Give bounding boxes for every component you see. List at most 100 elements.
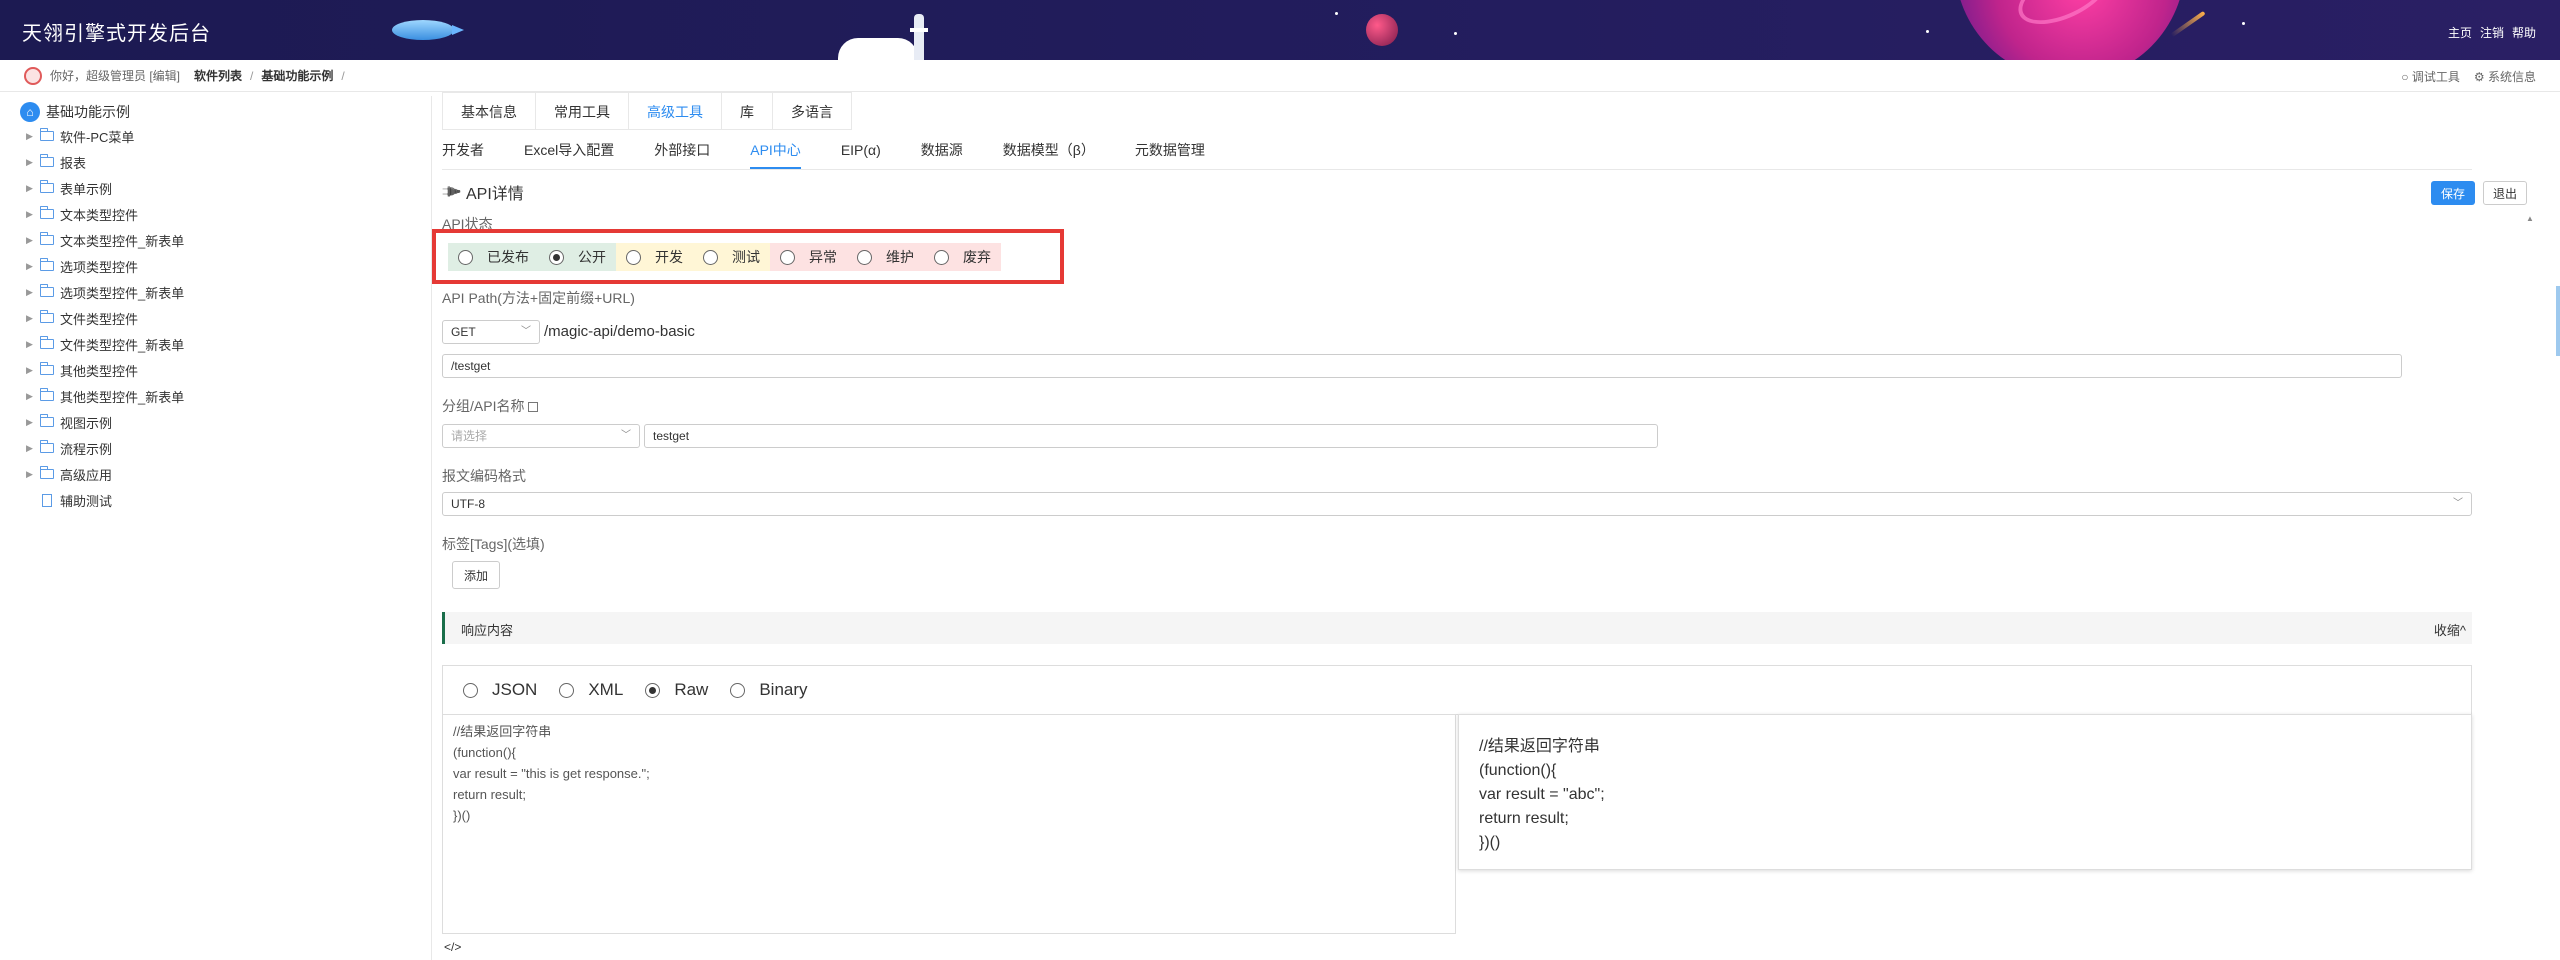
format-xml-option[interactable]: XML [559,680,623,700]
format-json-option[interactable]: JSON [463,680,537,700]
tree-item-leaf[interactable]: 辅助测试 [26,490,112,510]
caret-right-icon[interactable]: ▶ [26,157,40,168]
tree-item[interactable]: ▶ 文本类型控件_新表单 [26,230,184,250]
tree-item[interactable]: ▶ 流程示例 [26,438,112,458]
system-info-link[interactable]: ⚙ 系统信息 [2474,68,2536,85]
format-binary-option[interactable]: Binary [730,680,808,700]
caret-right-icon[interactable]: ▶ [26,183,40,194]
tree-item[interactable]: ▶ 其他类型控件 [26,360,138,380]
radio-icon[interactable] [857,249,872,265]
tab-metadata[interactable]: 元数据管理 [1135,130,1205,169]
tree-item-label: 报表 [60,155,87,171]
status-published-option[interactable]: 已发布 [448,243,539,271]
tab-developer[interactable]: 开发者 [442,130,484,169]
caret-right-icon[interactable]: ▶ [26,443,40,454]
api-detail-title: 🔌 API详情 [439,180,524,204]
status-public-option[interactable]: 公开 [539,243,616,271]
code-editor-input[interactable]: //结果返回字符串 (function(){ var result = "thi… [442,714,1456,934]
radio-icon[interactable] [458,249,473,265]
caret-right-icon[interactable]: ▶ [26,287,40,298]
collapse-button[interactable]: 收缩^ [2434,620,2466,639]
url-input[interactable]: /testget [442,354,2402,378]
exit-button[interactable]: 退出 [2483,181,2527,205]
tree-item[interactable]: ▶ 选项类型控件_新表单 [26,282,184,302]
api-detail-label: API详情 [466,186,524,203]
tree-item-label: 流程示例 [60,441,113,457]
add-tag-button[interactable]: 添加 [452,561,500,589]
caret-right-icon[interactable]: ▶ [26,235,40,246]
tree-root[interactable]: ⌂ 基础功能示例 [20,102,130,122]
document-icon [42,493,52,507]
caret-right-icon[interactable]: ▶ [26,209,40,220]
response-section-header: 响应内容 收缩^ [442,612,2472,644]
tree-item[interactable]: ▶ 视图示例 [26,412,112,432]
copy-icon[interactable] [528,402,539,413]
tab-common-tools[interactable]: 常用工具 [535,92,628,129]
status-maintenance-option[interactable]: 维护 [847,243,924,271]
tree-item[interactable]: ▶ 其他类型控件_新表单 [26,386,184,406]
scrollbar[interactable] [2524,214,2534,960]
radio-checked-icon[interactable] [549,249,564,265]
tree-item[interactable]: ▶ 文件类型控件_新表单 [26,334,184,354]
radio-icon[interactable] [934,249,949,265]
logout-link[interactable]: 注销 [2480,24,2504,41]
status-deprecated-option[interactable]: 废弃 [924,243,1001,271]
tree-item[interactable]: ▶ 报表 [26,152,86,172]
tab-advanced-tools[interactable]: 高级工具 [628,92,721,129]
caret-right-icon[interactable]: ▶ [26,469,40,480]
code-icon[interactable]: </> [444,940,461,954]
caret-right-icon[interactable]: ▶ [26,365,40,376]
tree-item[interactable]: ▶ 高级应用 [26,464,112,484]
save-button[interactable]: 保存 [2431,181,2475,205]
breadcrumb-software-list[interactable]: 软件列表 [194,67,242,84]
status-label: 异常 [809,249,837,265]
api-path-label: API Path(方法+固定前缀+URL) [442,290,635,306]
radio-icon[interactable] [730,682,746,698]
radio-icon[interactable] [703,249,718,265]
group-select[interactable]: 请选择 ﹀ [442,424,640,448]
caret-right-icon[interactable]: ▶ [26,313,40,324]
tab-basic-info[interactable]: 基本信息 [442,92,535,129]
format-raw-option[interactable]: Raw [645,680,708,700]
caret-right-icon[interactable]: ▶ [26,339,40,350]
group-placeholder: 请选择 [451,429,488,443]
radio-icon[interactable] [559,682,575,698]
encoding-select[interactable]: UTF-8 ﹀ [442,492,2472,516]
tree-item[interactable]: ▶ 软件-PC菜单 [26,126,134,146]
caret-right-icon[interactable]: ▶ [26,417,40,428]
help-link[interactable]: 帮助 [2512,24,2536,41]
tab-api-center[interactable]: API中心 [750,130,801,169]
tree-item[interactable]: ▶ 文件类型控件 [26,308,138,328]
caret-right-icon[interactable]: ▶ [26,261,40,272]
radio-checked-icon[interactable] [645,682,661,698]
tree-item[interactable]: ▶ 表单示例 [26,178,112,198]
status-error-option[interactable]: 异常 [770,243,847,271]
folder-icon [40,284,54,297]
tab-multilanguage[interactable]: 多语言 [772,92,852,129]
status-dev-option[interactable]: 开发 [616,243,693,271]
tree-item-label: 软件-PC菜单 [60,129,135,145]
star-illustration [1454,32,1457,35]
caret-right-icon[interactable]: ▶ [26,131,40,142]
home-link[interactable]: 主页 [2448,24,2472,41]
radio-icon[interactable] [463,682,478,698]
greeting-text[interactable]: 你好，超级管理员 [编辑] [50,67,180,84]
page-scrollbar-thumb[interactable] [2556,286,2560,356]
breadcrumb-current[interactable]: 基础功能示例 [261,67,333,84]
method-select[interactable]: GET ﹀ [442,320,540,344]
status-test-option[interactable]: 测试 [693,243,770,271]
tab-excel-import[interactable]: Excel导入配置 [524,130,614,169]
tab-external-api[interactable]: 外部接口 [654,130,710,169]
code-preview: //结果返回字符串 (function(){ var result = "abc… [1458,714,2472,870]
radio-icon[interactable] [626,249,641,265]
tab-library[interactable]: 库 [721,92,772,129]
tree-item[interactable]: ▶ 选项类型控件 [26,256,138,276]
tab-eip[interactable]: EIP(α) [841,130,881,169]
debug-tools-link[interactable]: ○ 调试工具 [2401,68,2460,85]
tab-data-model[interactable]: 数据模型（β） [1003,130,1095,169]
tab-datasource[interactable]: 数据源 [921,130,963,169]
api-name-input[interactable]: testget [644,424,1658,448]
radio-icon[interactable] [780,249,795,265]
caret-right-icon[interactable]: ▶ [26,391,40,402]
tree-item[interactable]: ▶ 文本类型控件 [26,204,138,224]
